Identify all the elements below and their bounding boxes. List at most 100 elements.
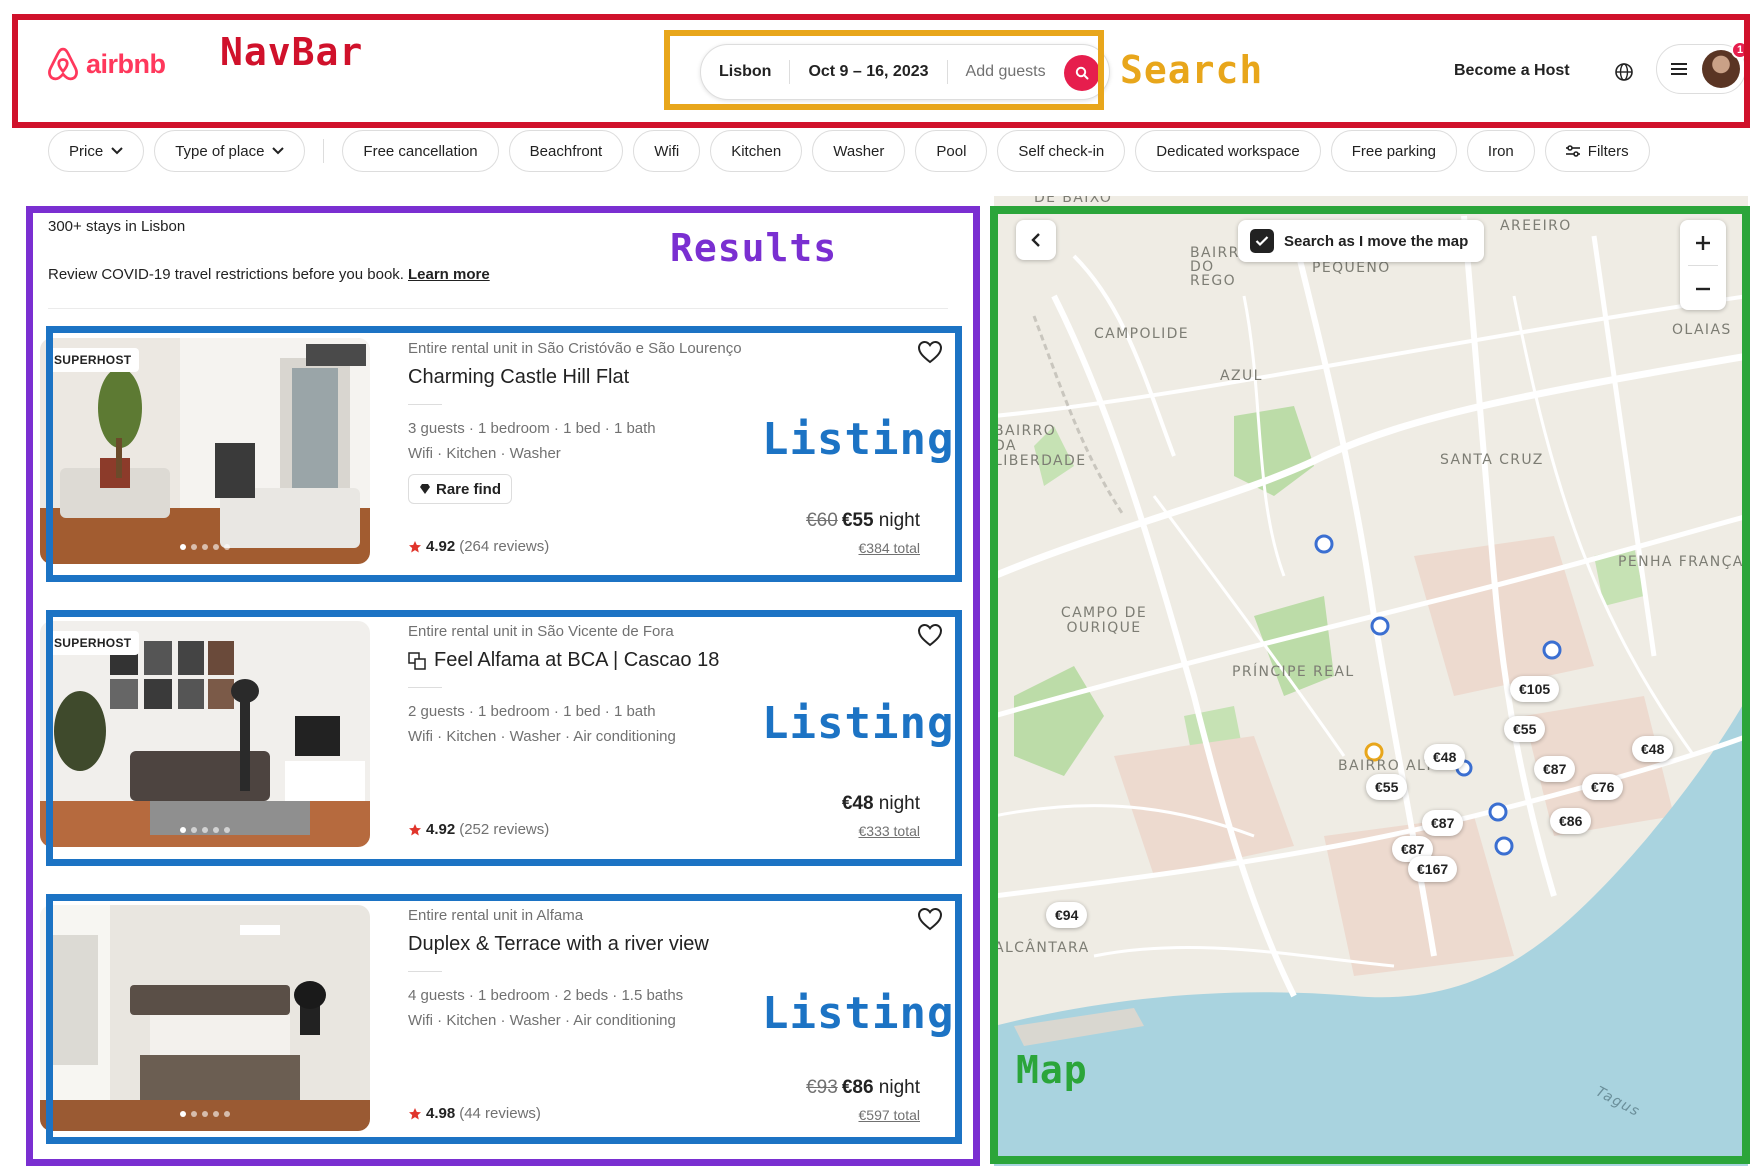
listing-photo-image: [40, 905, 370, 1131]
filter-chip[interactable]: Free parking: [1330, 130, 1457, 172]
listing-subtitle: Entire rental unit in São Vicente de For…: [408, 623, 674, 640]
heart-icon[interactable]: [916, 621, 944, 649]
listing-total[interactable]: €597 total: [859, 1107, 921, 1123]
filter-chip[interactable]: Dedicated workspace: [1135, 130, 1321, 172]
chip-label: Kitchen: [731, 142, 782, 160]
listing-total[interactable]: €333 total: [859, 823, 921, 839]
listing-price: €48 night: [842, 793, 920, 815]
filter-chip[interactable]: Beachfront: [508, 130, 624, 172]
carousel-dots[interactable]: [180, 827, 230, 833]
listing-price: €93 €86 night: [806, 1077, 920, 1099]
chevron-down-icon: [111, 147, 123, 155]
become-host-link[interactable]: Become a Host: [1454, 62, 1570, 80]
listing-title[interactable]: Charming Castle Hill Flat: [408, 366, 629, 389]
results-count: 300+ stays in Lisbon: [48, 218, 186, 235]
filter-chip[interactable]: Washer: [812, 130, 906, 172]
discounted-price: €86: [841, 1077, 874, 1098]
filter-type-dropdown[interactable]: Type of place: [154, 130, 306, 172]
listing-card[interactable]: SUPERHOST Entire rental unit in São Vice…: [28, 607, 943, 847]
price-pin[interactable]: €76: [1582, 774, 1624, 800]
zoom-in-button[interactable]: [1680, 220, 1726, 265]
review-count: (252 reviews): [459, 821, 550, 838]
chip-label: Iron: [1487, 142, 1514, 160]
price-pin[interactable]: €94: [1046, 902, 1088, 928]
collapse-map-button[interactable]: [1016, 220, 1056, 260]
notification-badge: 1: [1731, 41, 1749, 59]
chevron-down-icon: [272, 147, 285, 155]
user-menu-button[interactable]: 1: [1656, 41, 1749, 94]
search-icon: [1075, 66, 1089, 80]
price-pin[interactable]: €167: [1408, 856, 1458, 882]
price-pin[interactable]: €86: [1550, 808, 1592, 834]
map-label: PRÍNCIPE REAL: [1232, 664, 1355, 680]
listing-price: €60 €55 night: [806, 510, 920, 532]
price-pin[interactable]: €48: [1632, 736, 1674, 762]
listing-title[interactable]: Feel Alfama at BCA | Cascao 18: [408, 649, 719, 672]
sliders-icon: [1565, 145, 1580, 157]
listing-photo[interactable]: SUPERHOST: [40, 338, 370, 564]
review-count: (44 reviews): [459, 1105, 541, 1122]
price-pin[interactable]: €55: [1366, 774, 1408, 800]
search-location[interactable]: Lisbon: [701, 63, 789, 81]
listing-card[interactable]: SUPERHOST Entire rental unit in São Cris…: [28, 324, 943, 564]
price-pin[interactable]: €55: [1504, 716, 1546, 742]
price-pin[interactable]: €105: [1510, 676, 1560, 702]
price-pin[interactable]: €48: [1424, 744, 1466, 770]
learn-more-link[interactable]: Learn more: [408, 266, 490, 283]
map-label: CAMPO DE OURIQUE: [1060, 605, 1148, 636]
price-unit: night: [878, 1077, 920, 1098]
search-bar[interactable]: Lisbon Oct 9 – 16, 2023 Add guests: [700, 44, 1110, 100]
airbnb-logo-icon: [48, 47, 78, 81]
carousel-dots[interactable]: [180, 544, 230, 550]
listing-title-text: Duplex & Terrace with a river view: [408, 933, 709, 955]
rating-value: 4.98: [426, 1105, 456, 1122]
heart-icon[interactable]: [916, 338, 944, 366]
listing-title[interactable]: Duplex & Terrace with a river view: [408, 933, 709, 956]
filter-chip[interactable]: Free cancellation: [342, 130, 499, 172]
map-label: PEQUENO: [1312, 260, 1391, 276]
gem-icon: [420, 484, 430, 494]
listing-card[interactable]: Entire rental unit in Alfama Duplex & Te…: [28, 891, 943, 1131]
search-as-move-label: Search as I move the map: [1284, 232, 1469, 250]
filter-chip[interactable]: Wifi: [633, 130, 701, 172]
chip-label: Pool: [936, 142, 967, 160]
search-dates[interactable]: Oct 9 – 16, 2023: [790, 63, 946, 81]
filters-button[interactable]: Filters: [1544, 130, 1650, 172]
covid-notice: Review COVID-19 travel restrictions befo…: [48, 266, 490, 283]
listing-divider: [408, 687, 442, 688]
navbar: airbnb Lisbon Oct 9 – 16, 2023 Add guest…: [20, 22, 1750, 118]
carousel-dots[interactable]: [180, 1111, 230, 1117]
listing-photo[interactable]: [40, 905, 370, 1131]
price-pin[interactable]: €87: [1534, 756, 1576, 782]
filter-chip[interactable]: Iron: [1466, 130, 1535, 172]
price-pin[interactable]: €87: [1422, 810, 1464, 836]
listing-amenities: Wifi · Kitchen · Washer · Air conditioni…: [408, 1012, 676, 1029]
listing-photo[interactable]: SUPERHOST: [40, 621, 370, 847]
chip-label: Free cancellation: [363, 142, 478, 160]
filter-chip[interactable]: Self check-in: [997, 130, 1126, 172]
filter-chip[interactable]: Kitchen: [710, 130, 803, 172]
globe-icon[interactable]: [1612, 60, 1636, 84]
search-as-move-toggle[interactable]: Search as I move the map: [1238, 220, 1485, 262]
filter-chip[interactable]: Pool: [915, 130, 988, 172]
map-label: SANTA CRUZ: [1440, 452, 1544, 468]
listing-rating: 4.92 (264 reviews): [408, 538, 549, 555]
chip-label: Filters: [1587, 142, 1629, 160]
rare-find-label: Rare find: [436, 480, 502, 498]
zoom-out-button[interactable]: [1680, 266, 1726, 311]
original-price: €60: [806, 510, 838, 531]
chip-label: Price: [69, 142, 104, 160]
listing-subtitle: Entire rental unit in São Cristóvão e Sã…: [408, 340, 742, 357]
search-guests[interactable]: Add guests: [948, 63, 1064, 81]
map-panel[interactable]: DE BAIXO AREEIRO BAIRRO DO REGO PEQUENO …: [994, 196, 1748, 1166]
listing-total[interactable]: €384 total: [859, 540, 921, 556]
airbnb-logo[interactable]: airbnb: [46, 46, 166, 82]
rare-find-badge: Rare find: [408, 474, 513, 504]
filter-price-dropdown[interactable]: Price: [48, 130, 145, 172]
checkbox-checked-icon[interactable]: [1250, 229, 1274, 253]
current-price: €48: [841, 793, 874, 814]
search-button[interactable]: [1064, 55, 1100, 91]
price-unit: night: [878, 510, 920, 531]
star-icon: [409, 1107, 421, 1119]
heart-icon[interactable]: [916, 905, 944, 933]
